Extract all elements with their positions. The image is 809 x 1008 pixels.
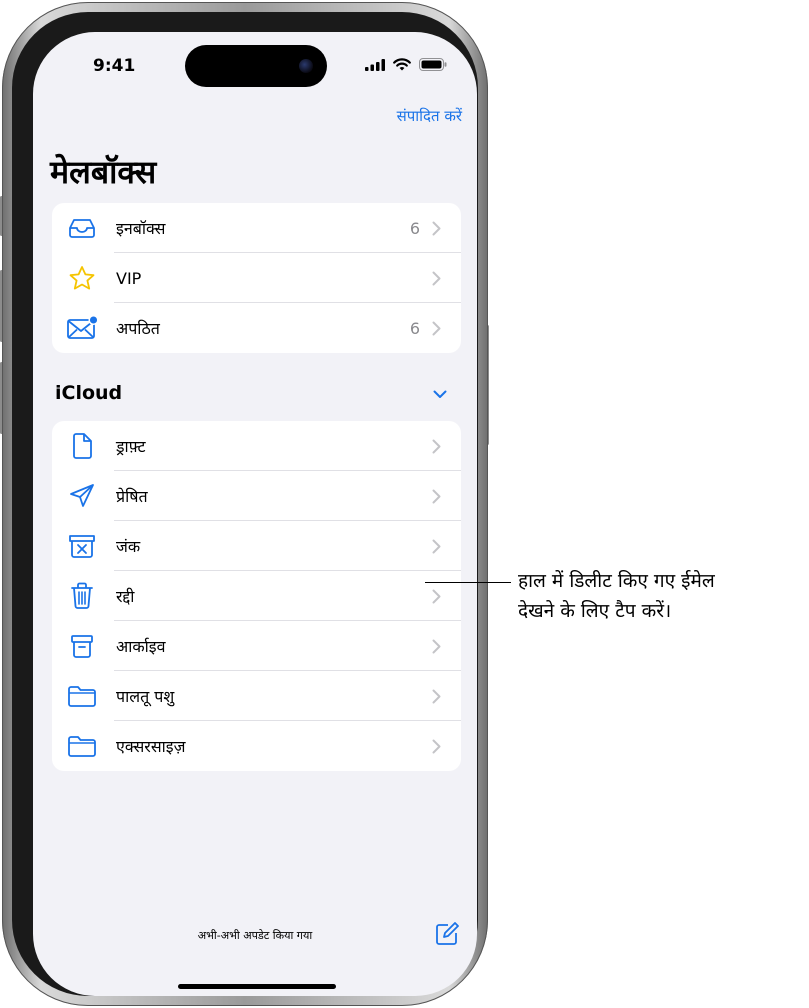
phone-bezel: 9:41 संपादित करें मेलबॉक्स इनबॉक्स 6 VIP… [12, 12, 478, 996]
archive-box-icon [66, 633, 98, 659]
chevron-right-icon [432, 439, 441, 453]
unread-count: 6 [409, 318, 420, 338]
chevron-right-icon [432, 689, 441, 703]
folder-label: रद्दी [116, 587, 135, 606]
update-status: अभी-अभी अपडेट किया गया [197, 929, 313, 942]
draft-document-icon [66, 433, 98, 459]
mailboxes-list: इनबॉक्स 6 VIP अपठित 6 [52, 203, 461, 353]
folder-row-sent[interactable]: प्रेषित [52, 471, 461, 521]
folder-row-pets[interactable]: पालतू पशु [52, 671, 461, 721]
status-time: 9:41 [93, 56, 136, 76]
chevron-right-icon [432, 539, 441, 553]
icloud-list: ड्राफ़्ट प्रेषित जंक रद्दी आर्काइव पालतू… [52, 421, 461, 771]
mailbox-label: इनबॉक्स [116, 219, 166, 238]
folder-row-junk[interactable]: जंक [52, 521, 461, 571]
chevron-right-icon [432, 589, 441, 603]
unread-envelope-icon [66, 315, 98, 341]
folder-label: आर्काइव [116, 637, 166, 656]
callout-line-2: देखने के लिए टैप करें। [518, 600, 672, 622]
folder-row-drafts[interactable]: ड्राफ़्ट [52, 421, 461, 471]
status-icons [365, 58, 447, 71]
callout-text: हाल में डिलीट किए गए ईमेल देखने के लिए ट… [518, 566, 715, 626]
wifi-icon [393, 58, 411, 71]
chevron-down-icon[interactable] [433, 390, 447, 399]
trash-icon [66, 582, 98, 609]
icloud-section-title: iCloud [55, 382, 123, 404]
dynamic-island [185, 45, 327, 87]
mailbox-row-unread[interactable]: अपठित 6 [52, 303, 461, 353]
mailbox-label: VIP [116, 268, 142, 288]
mailbox-row-vip[interactable]: VIP [52, 253, 461, 303]
screen: 9:41 संपादित करें मेलबॉक्स इनबॉक्स 6 VIP… [33, 32, 477, 996]
sent-paperplane-icon [66, 483, 98, 509]
folder-label: जंक [116, 537, 141, 556]
folder-label: एक्सरसाइज़ [116, 737, 186, 756]
compose-icon[interactable] [435, 922, 459, 946]
folder-row-trash[interactable]: रद्दी [52, 571, 461, 621]
mailbox-row-inbox[interactable]: इनबॉक्स 6 [52, 203, 461, 253]
folder-row-exercise[interactable]: एक्सरसाइज़ [52, 721, 461, 771]
chevron-right-icon [432, 271, 441, 285]
mailbox-label: अपठित [116, 319, 160, 338]
chevron-right-icon [432, 739, 441, 753]
camera-icon [299, 59, 313, 73]
home-indicator[interactable] [178, 984, 336, 989]
page-title: मेलबॉक्स [50, 153, 157, 191]
inbox-icon [66, 215, 98, 241]
phone-frame: 9:41 संपादित करें मेलबॉक्स इनबॉक्स 6 VIP… [2, 2, 488, 1006]
folder-icon [66, 683, 98, 709]
junk-box-icon [66, 533, 98, 559]
edit-button[interactable]: संपादित करें [397, 106, 462, 126]
callout-line-1: हाल में डिलीट किए गए ईमेल [518, 570, 715, 592]
callout-leader-line [425, 582, 511, 583]
chevron-right-icon [432, 221, 441, 235]
folder-label: पालतू पशु [116, 687, 175, 706]
unread-count: 6 [409, 218, 420, 238]
battery-icon [419, 58, 447, 71]
chevron-right-icon [432, 639, 441, 653]
folder-label: ड्राफ़्ट [116, 437, 146, 456]
chevron-right-icon [432, 321, 441, 335]
folder-icon [66, 733, 98, 759]
star-icon [66, 265, 98, 291]
folder-label: प्रेषित [116, 487, 148, 506]
folder-row-archive[interactable]: आर्काइव [52, 621, 461, 671]
chevron-right-icon [432, 489, 441, 503]
cellular-signal-icon [365, 58, 385, 71]
